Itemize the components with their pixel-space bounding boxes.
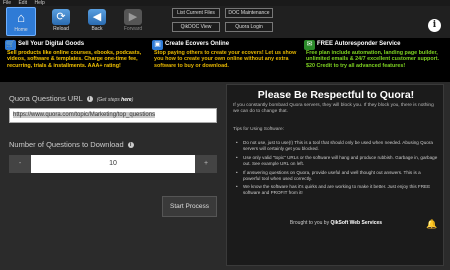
qikdoc-view-button[interactable]: QikDOC View [172,22,220,32]
start-process-button[interactable]: Start Process [162,196,217,217]
reload-label: Reload [53,26,69,32]
cart-icon: 🛒 [5,40,16,50]
url-help-link[interactable]: here [121,97,132,103]
quora-login-button[interactable]: Quora Login [225,22,273,32]
info-icon: i [86,96,93,103]
increment-button[interactable]: + [195,155,217,173]
tips-title: Tips for Using Software: [233,127,285,132]
footer-brand-link[interactable]: QikSoft Web Services [330,220,382,226]
info-panel: Please Be Respectful to Quora! If you co… [226,84,444,266]
doc-maintenance-button[interactable]: DOC Maintenance [225,8,273,18]
ad-banner-bar: 🛒 Sell Your Digital Goods Sell products … [0,38,450,82]
panel-intro: If you constantly bombard Quora servers,… [233,103,434,115]
ad-title[interactable]: Create Ecovers Online [165,41,229,47]
forward-arrow-icon: ▶ [124,9,142,25]
list-current-files-button[interactable]: List Current Files [172,8,220,18]
num-label-row: Number of Questions to Download i [9,140,136,149]
ad-autoresponder[interactable]: ✉ FREE Autoresponder Service Free plan i… [304,40,448,80]
quantity-stepper: - 10 + [9,155,217,173]
ad-digital-goods[interactable]: 🛒 Sell Your Digital Goods Sell products … [5,40,145,80]
home-label: Home [14,27,28,33]
list-item: Do not use, just to use(!) This is a too… [233,140,439,152]
num-label: Number of Questions to Download [9,140,124,149]
ad-ecovers[interactable]: ▣ Create Ecovers Online Stop paying othe… [152,40,300,80]
home-button[interactable]: ⌂ Home [6,7,36,36]
forward-label: Forward [123,26,143,32]
forward-button[interactable]: ▶ Forward [118,7,148,36]
url-value: https://www.quora.com/topic/Marketing/to… [13,112,156,118]
decrement-button[interactable]: - [9,155,31,173]
form-panel: Quora Questions URL i (Get steps here) h… [0,82,225,270]
ad-body: Sell products like online courses, ebook… [7,50,142,69]
ad-body: Free plan include automation, landing pa… [306,50,440,69]
list-item: If answering questions on Quora, provide… [233,170,439,182]
footer-prefix: Brought to you by [289,220,331,226]
toolbar: ⌂ Home ⟳ Reload ◀ Back ▶ Forward List Cu… [0,6,450,38]
info-icon[interactable]: i [428,19,441,32]
url-help: (Get steps here) [96,97,134,103]
reload-icon: ⟳ [52,9,70,25]
ecover-icon: ▣ [152,40,163,50]
url-label: Quora Questions URL [9,94,83,103]
autoresponder-icon: ✉ [304,40,315,50]
question-count-input[interactable]: 10 [31,155,195,173]
quora-url-input[interactable]: https://www.quora.com/topic/Marketing/to… [9,108,217,123]
tips-list: Do not use, just to use(!) This is a too… [233,140,439,199]
ad-title[interactable]: FREE Autoresponder Service [317,41,400,47]
list-item: We know the software has it's quirks and… [233,184,439,196]
panel-footer: Brought to you by QikSoft Web Services [227,220,445,226]
back-arrow-icon: ◀ [88,9,106,25]
list-item: Use only valid "topic" URLs or the softw… [233,155,439,167]
home-icon: ⌂ [17,10,25,25]
ad-body: Stop paying others to create your ecover… [154,50,297,69]
info-icon: i [127,142,134,149]
ad-title[interactable]: Sell Your Digital Goods [18,41,84,47]
bell-icon[interactable]: 🔔 [426,219,437,230]
back-button[interactable]: ◀ Back [82,7,112,36]
panel-title: Please Be Respectful to Quora! [257,89,415,101]
back-label: Back [91,26,103,32]
url-label-row: Quora Questions URL i (Get steps here) [9,94,133,103]
reload-button[interactable]: ⟳ Reload [46,7,76,36]
